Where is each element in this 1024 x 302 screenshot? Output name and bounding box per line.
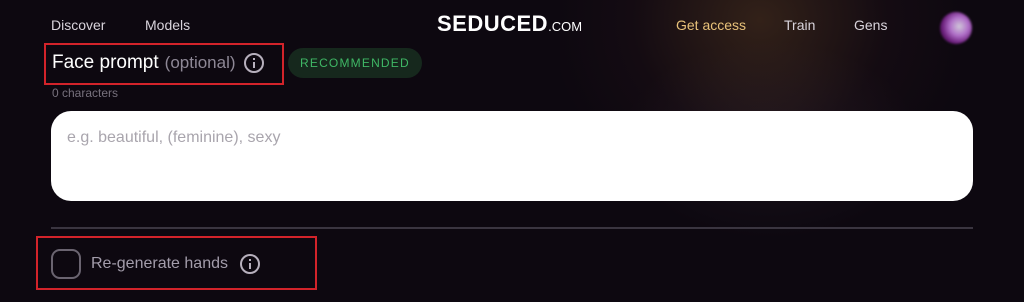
regenerate-hands-checkbox[interactable]: [51, 249, 81, 279]
top-nav: Discover Models SEDUCED.COM Get access T…: [0, 0, 1024, 50]
section-divider: [51, 227, 973, 229]
nav-train[interactable]: Train: [784, 17, 815, 33]
site-logo[interactable]: SEDUCED.COM: [437, 11, 582, 37]
avatar[interactable]: [940, 12, 972, 44]
logo-main: SEDUCED: [437, 11, 549, 36]
face-prompt-header: Face prompt (optional): [52, 52, 264, 74]
nav-models[interactable]: Models: [145, 17, 190, 33]
nav-gens[interactable]: Gens: [854, 17, 887, 33]
info-icon[interactable]: [243, 53, 264, 73]
regenerate-hands-row[interactable]: Re-generate hands: [51, 249, 260, 279]
face-prompt-input[interactable]: [51, 111, 973, 201]
face-prompt-optional-label: (optional): [164, 53, 236, 72]
info-icon[interactable]: [239, 254, 260, 274]
recommended-badge: RECOMMENDED: [288, 48, 422, 78]
logo-suffix: .COM: [548, 19, 583, 34]
character-count: 0 characters: [52, 86, 119, 100]
regenerate-hands-label[interactable]: Re-generate hands: [91, 255, 228, 273]
face-prompt-title: Face prompt: [52, 52, 159, 73]
nav-discover[interactable]: Discover: [51, 17, 105, 33]
nav-get-access[interactable]: Get access: [676, 17, 746, 33]
